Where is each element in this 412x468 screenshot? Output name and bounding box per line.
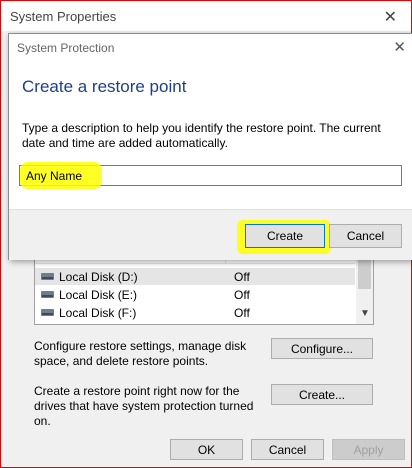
configure-button[interactable]: Configure...: [271, 338, 373, 359]
drive-protection-status: Off: [234, 306, 250, 320]
ok-button[interactable]: OK: [170, 439, 243, 460]
dialog-description: Type a description to help you identify …: [22, 121, 381, 150]
apply-button: Apply: [332, 439, 405, 460]
dialog-heading: Create a restore point: [22, 77, 187, 96]
drive-name: Local Disk (E:): [59, 288, 138, 302]
system-properties-titlebar: System Properties ✕: [1, 1, 411, 31]
drive-row[interactable]: Local Disk (D:) Off: [35, 268, 355, 285]
drive-row[interactable]: Local Disk (F:) Off: [35, 304, 355, 321]
close-icon[interactable]: ✕: [384, 7, 397, 27]
system-properties-title: System Properties: [10, 9, 117, 24]
create-restore-point-button[interactable]: Create...: [271, 384, 373, 405]
dialog-footer: Create Cancel: [9, 209, 412, 260]
dialog-cancel-button[interactable]: Cancel: [329, 224, 402, 248]
drive-protection-status: Off: [234, 270, 250, 284]
restore-point-name-input[interactable]: Any Name: [19, 162, 402, 189]
restore-point-name-value: Any Name: [26, 169, 83, 183]
drive-name: Local Disk (D:): [59, 270, 138, 284]
drive-row[interactable]: Local Disk (E:) Off: [35, 286, 355, 303]
chevron-down-icon[interactable]: ▼: [360, 308, 370, 319]
disk-drive-icon: [41, 291, 54, 298]
drive-protection-status: Off: [234, 288, 250, 302]
scrollbar-thumb[interactable]: [358, 257, 371, 289]
configure-description: Configure restore settings, manage disk …: [34, 339, 247, 368]
create-button[interactable]: Create: [245, 224, 325, 248]
cancel-button[interactable]: Cancel: [251, 439, 324, 460]
close-icon[interactable]: ✕: [393, 38, 406, 56]
dialog-title: System Protection: [17, 41, 115, 55]
drive-name: Local Disk (F:): [59, 306, 137, 320]
dialog-titlebar: System Protection ✕: [9, 34, 412, 62]
disk-drive-icon: [41, 309, 54, 316]
system-protection-dialog: System Protection ✕ Create a restore poi…: [8, 33, 412, 260]
create-description: Create a restore point right now for the…: [34, 384, 254, 428]
disk-drive-icon: [41, 273, 54, 280]
